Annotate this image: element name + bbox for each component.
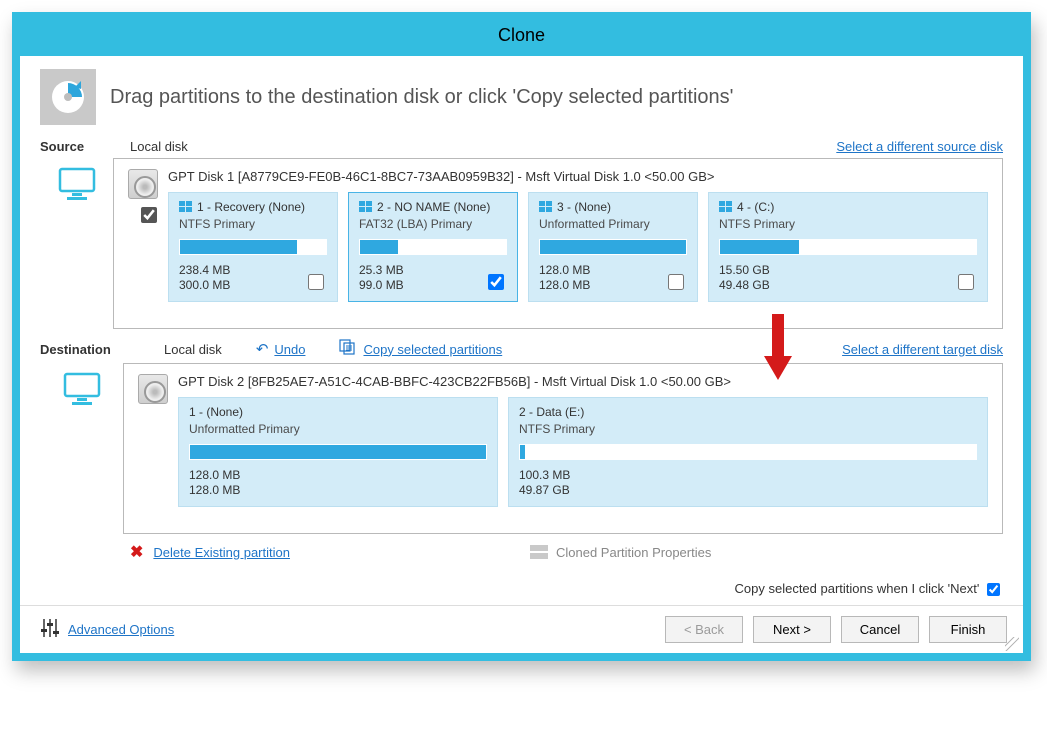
windows-icon	[719, 201, 733, 213]
cloned-properties-disabled: Cloned Partition Properties	[530, 545, 711, 560]
hdd-icon	[128, 169, 158, 199]
source-sublabel: Local disk	[130, 139, 188, 154]
monitor-icon	[57, 166, 97, 205]
source-disk-box: GPT Disk 1 [A8779CE9-FE0B-46C1-8BC7-73AA…	[113, 158, 1003, 329]
back-button[interactable]: < Back	[665, 616, 743, 643]
partition-title: 3 - (None)	[539, 199, 687, 215]
partition-card[interactable]: 1 - (None) Unformatted Primary 128.0 MB128…	[178, 397, 498, 507]
partition-checkbox[interactable]	[488, 274, 504, 290]
finish-button[interactable]: Finish	[929, 616, 1007, 643]
destination-disk-box: GPT Disk 2 [8FB25AE7-A51C-4CAB-BBFC-423C…	[123, 363, 1003, 534]
clone-window: Clone Drag partitions to the destination…	[12, 12, 1031, 661]
partition-stats: 15.50 GB49.48 GB	[719, 263, 977, 293]
partition-subtitle: NTFS Primary	[519, 422, 977, 436]
partition-checkbox[interactable]	[668, 274, 684, 290]
copy-selected-label: Copy selected partitions	[363, 342, 502, 357]
partition-checkbox[interactable]	[308, 274, 324, 290]
windows-icon	[179, 201, 193, 213]
delete-existing-button[interactable]: ✖ Delete Existing partition	[130, 542, 290, 562]
usage-bar	[189, 444, 487, 460]
cloned-properties-label: Cloned Partition Properties	[556, 545, 711, 560]
properties-icon	[530, 545, 548, 559]
clone-icon	[40, 69, 96, 125]
undo-label: Undo	[274, 342, 305, 357]
source-disk-info: GPT Disk 1 [A8779CE9-FE0B-46C1-8BC7-73AA…	[168, 169, 988, 184]
partition-subtitle: NTFS Primary	[719, 217, 977, 231]
advanced-options-label: Advanced Options	[68, 622, 174, 637]
partition-title: 2 - NO NAME (None)	[359, 199, 507, 215]
usage-bar	[519, 444, 977, 460]
sliders-icon	[40, 619, 60, 640]
monitor-icon	[62, 371, 102, 410]
resize-grip[interactable]	[1005, 637, 1019, 651]
partition-subtitle: NTFS Primary	[179, 217, 327, 231]
partition-card[interactable]: 4 - (C:) NTFS Primary 15.50 GB49.48 GB	[708, 192, 988, 302]
partition-stats: 128.0 MB128.0 MB	[539, 263, 687, 293]
hdd-icon	[138, 374, 168, 404]
partition-title: 2 - Data (E:)	[519, 404, 977, 420]
partition-stats: 128.0 MB128.0 MB	[189, 468, 487, 498]
partition-subtitle: Unformatted Primary	[539, 217, 687, 231]
windows-icon	[359, 201, 373, 213]
window-title: Clone	[19, 19, 1024, 56]
partition-stats: 238.4 MB300.0 MB	[179, 263, 327, 293]
instruction-text: Drag partitions to the destination disk …	[110, 86, 734, 109]
source-disk-checkbox[interactable]	[141, 207, 157, 223]
partition-card[interactable]: 2 - NO NAME (None) FAT32 (LBA) Primary 25.…	[348, 192, 518, 302]
partition-card[interactable]: 2 - Data (E:) NTFS Primary 100.3 MB49.87 G…	[508, 397, 988, 507]
partition-stats: 25.3 MB99.0 MB	[359, 263, 507, 293]
copy-selected-button[interactable]: Copy selected partitions	[339, 339, 502, 359]
partition-title: 4 - (C:)	[719, 199, 977, 215]
undo-icon: ↶	[256, 340, 269, 358]
select-different-target-link[interactable]: Select a different target disk	[842, 342, 1003, 357]
partition-card[interactable]: 1 - Recovery (None) NTFS Primary 238.4 MB3…	[168, 192, 338, 302]
advanced-options-link[interactable]: Advanced Options	[40, 619, 174, 640]
delete-existing-label: Delete Existing partition	[153, 545, 290, 560]
partition-card[interactable]: 3 - (None) Unformatted Primary 128.0 MB128…	[528, 192, 698, 302]
copy-icon	[339, 339, 357, 359]
copy-on-next-label: Copy selected partitions when I click 'N…	[735, 581, 980, 596]
next-button[interactable]: Next >	[753, 616, 831, 643]
partition-stats: 100.3 MB49.87 GB	[519, 468, 977, 498]
delete-icon: ✖	[130, 542, 143, 562]
partition-checkbox[interactable]	[958, 274, 974, 290]
source-label: Source	[40, 139, 130, 154]
usage-bar	[719, 239, 977, 255]
partition-subtitle: Unformatted Primary	[189, 422, 487, 436]
partition-title: 1 - Recovery (None)	[179, 199, 327, 215]
destination-sublabel: Local disk	[164, 342, 222, 357]
windows-icon	[539, 201, 553, 213]
undo-button[interactable]: ↶ Undo	[256, 340, 306, 358]
usage-bar	[359, 239, 507, 255]
copy-on-next-checkbox[interactable]	[987, 583, 1000, 596]
destination-label: Destination	[40, 342, 130, 357]
partition-title: 1 - (None)	[189, 404, 487, 420]
select-different-source-link[interactable]: Select a different source disk	[836, 139, 1003, 154]
usage-bar	[539, 239, 687, 255]
destination-disk-info: GPT Disk 2 [8FB25AE7-A51C-4CAB-BBFC-423C…	[178, 374, 988, 389]
usage-bar	[179, 239, 327, 255]
cancel-button[interactable]: Cancel	[841, 616, 919, 643]
partition-subtitle: FAT32 (LBA) Primary	[359, 217, 507, 231]
instruction-header: Drag partitions to the destination disk …	[40, 69, 1003, 125]
